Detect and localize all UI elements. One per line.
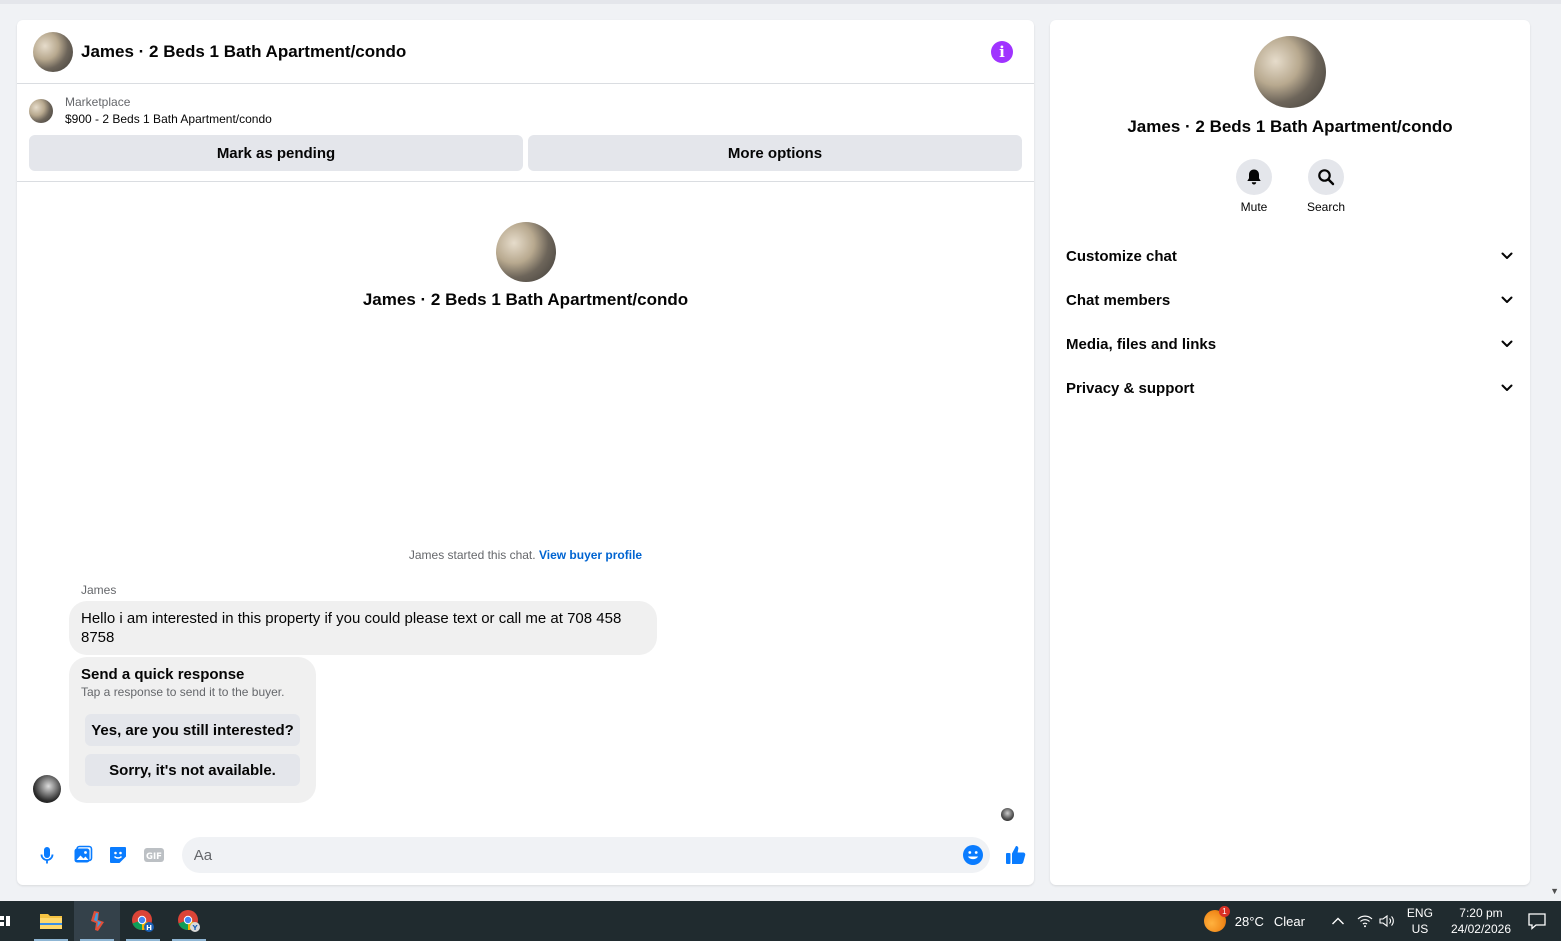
message-input[interactable] xyxy=(193,846,963,864)
chat-avatar[interactable] xyxy=(33,31,73,72)
file-explorer-icon[interactable] xyxy=(28,901,74,941)
chat-started-line: James started this chat. View buyer prof… xyxy=(17,548,1034,562)
quick-response-box: Send a quick response Tap a response to … xyxy=(69,657,316,803)
chevron-down-icon xyxy=(1501,296,1513,303)
section-label: Media, files and links xyxy=(1066,335,1217,353)
section-privacy-support[interactable]: Privacy & support xyxy=(1058,366,1522,410)
task-view-icon[interactable] xyxy=(0,901,22,941)
quick-response-subtitle: Tap a response to send it to the buyer. xyxy=(81,685,285,699)
clock-time: 7:20 pm xyxy=(1459,906,1503,920)
mute-button[interactable]: Mute xyxy=(1234,159,1274,214)
search-button[interactable]: Search xyxy=(1306,159,1346,214)
intro-avatar[interactable] xyxy=(495,222,556,282)
chat-panel: James · 2 Beds 1 Bath Apartment/condo i … xyxy=(17,20,1034,885)
message-bubble[interactable]: Hello i am interested in this property i… xyxy=(69,601,657,655)
scroll-down-arrow-icon[interactable]: ▼ xyxy=(1550,886,1559,896)
listing-bar: Marketplace $900 - 2 Beds 1 Bath Apartme… xyxy=(17,84,1034,182)
photo-icon[interactable] xyxy=(65,837,101,873)
started-text: James started this chat. xyxy=(408,548,536,562)
chrome-profile-y-icon[interactable]: Y xyxy=(166,901,212,941)
info-profile: James · 2 Beds 1 Bath Apartment/condo xyxy=(1050,20,1530,137)
weather-temp[interactable]: 28°C xyxy=(1235,914,1264,929)
thumbs-up-icon[interactable] xyxy=(998,837,1034,873)
listing-row[interactable]: Marketplace $900 - 2 Beds 1 Bath Apartme… xyxy=(29,94,1022,128)
sender-avatar[interactable] xyxy=(33,775,61,803)
listing-source: Marketplace xyxy=(65,95,131,109)
info-panel: James · 2 Beds 1 Bath Apartment/condo Mu… xyxy=(1050,20,1530,885)
search-label: Search xyxy=(1306,200,1346,214)
system-tray: 1 28°C Clear ENG US 7:20 pm 24/02/2026 xyxy=(1203,901,1561,941)
mute-label: Mute xyxy=(1240,200,1268,214)
message-input-box[interactable] xyxy=(181,837,991,873)
top-strip xyxy=(0,0,1561,4)
chevron-down-icon xyxy=(1501,252,1513,259)
search-icon[interactable] xyxy=(1308,159,1344,195)
svg-text:Y: Y xyxy=(191,924,198,932)
listing-actions: Mark as pending More options xyxy=(29,135,1022,171)
more-options-button[interactable]: More options xyxy=(528,135,1022,171)
volume-icon[interactable] xyxy=(1379,914,1395,928)
section-chat-members[interactable]: Chat members xyxy=(1058,278,1522,322)
svg-text:H: H xyxy=(146,924,152,932)
clock-date: 24/02/2026 xyxy=(1450,922,1511,936)
chat-title[interactable]: James · 2 Beds 1 Bath Apartment/condo xyxy=(81,42,991,62)
chrome-profile-h-icon[interactable]: H xyxy=(120,901,166,941)
active-app-icon[interactable] xyxy=(74,901,120,941)
svg-text:GIF: GIF xyxy=(146,852,162,862)
mark-pending-button[interactable]: Mark as pending xyxy=(29,135,523,171)
section-media-files-links[interactable]: Media, files and links xyxy=(1058,322,1522,366)
sender-name: James xyxy=(81,583,117,597)
section-label: Privacy & support xyxy=(1066,379,1195,397)
chevron-down-icon xyxy=(1501,384,1513,391)
intro-name: James · 2 Beds 1 Bath Apartment/condo xyxy=(362,290,689,309)
weather-desc[interactable]: Clear xyxy=(1274,914,1305,929)
section-label: Customize chat xyxy=(1066,247,1177,265)
info-name: James · 2 Beds 1 Bath Apartment/condo xyxy=(1127,117,1453,136)
view-buyer-profile-link[interactable]: View buyer profile xyxy=(539,548,642,562)
section-label: Chat members xyxy=(1066,291,1171,309)
listing-thumbnail[interactable] xyxy=(29,99,53,123)
gif-icon[interactable]: GIF xyxy=(136,837,172,873)
info-avatar[interactable] xyxy=(1254,36,1326,108)
chat-header: James · 2 Beds 1 Bath Apartment/condo i xyxy=(17,20,1034,84)
bell-icon[interactable] xyxy=(1236,159,1272,195)
notifications-icon[interactable] xyxy=(1527,912,1547,930)
info-actions: Mute Search xyxy=(1050,159,1530,214)
emoji-icon[interactable] xyxy=(962,844,984,866)
clock[interactable]: 7:20 pm 24/02/2026 xyxy=(1451,905,1511,937)
weather-icon[interactable]: 1 xyxy=(1203,906,1230,932)
listing-text: Marketplace $900 - 2 Beds 1 Bath Apartme… xyxy=(65,94,272,128)
taskbar: H Y 1 28°C Clear ENG US 7:20 pm 24/02/20… xyxy=(0,901,1561,941)
sticker-icon[interactable] xyxy=(100,837,136,873)
quick-response-option-1[interactable]: Yes, are you still interested? xyxy=(85,714,300,746)
info-icon[interactable]: i xyxy=(991,40,1013,63)
network-icon[interactable] xyxy=(1357,914,1373,928)
listing-price-title[interactable]: $900 - 2 Beds 1 Bath Apartment/condo xyxy=(65,110,272,128)
chevron-up-icon[interactable] xyxy=(1331,916,1345,926)
language-indicator[interactable]: ENG US xyxy=(1407,905,1433,937)
composer: GIF xyxy=(17,833,1034,877)
section-customize-chat[interactable]: Customize chat xyxy=(1058,234,1522,278)
seen-indicator-avatar xyxy=(1001,808,1014,821)
lang-top: ENG xyxy=(1406,906,1433,920)
lang-bottom: US xyxy=(1411,922,1429,936)
info-sections: Customize chat Chat members Media, files… xyxy=(1050,234,1530,410)
chevron-down-icon xyxy=(1501,340,1513,347)
quick-response-option-2[interactable]: Sorry, it's not available. xyxy=(85,754,300,786)
quick-response-title: Send a quick response xyxy=(81,666,245,683)
microphone-icon[interactable] xyxy=(29,837,65,873)
chat-intro: James · 2 Beds 1 Bath Apartment/condo xyxy=(17,222,1034,310)
weather-badge: 1 xyxy=(1218,906,1230,917)
